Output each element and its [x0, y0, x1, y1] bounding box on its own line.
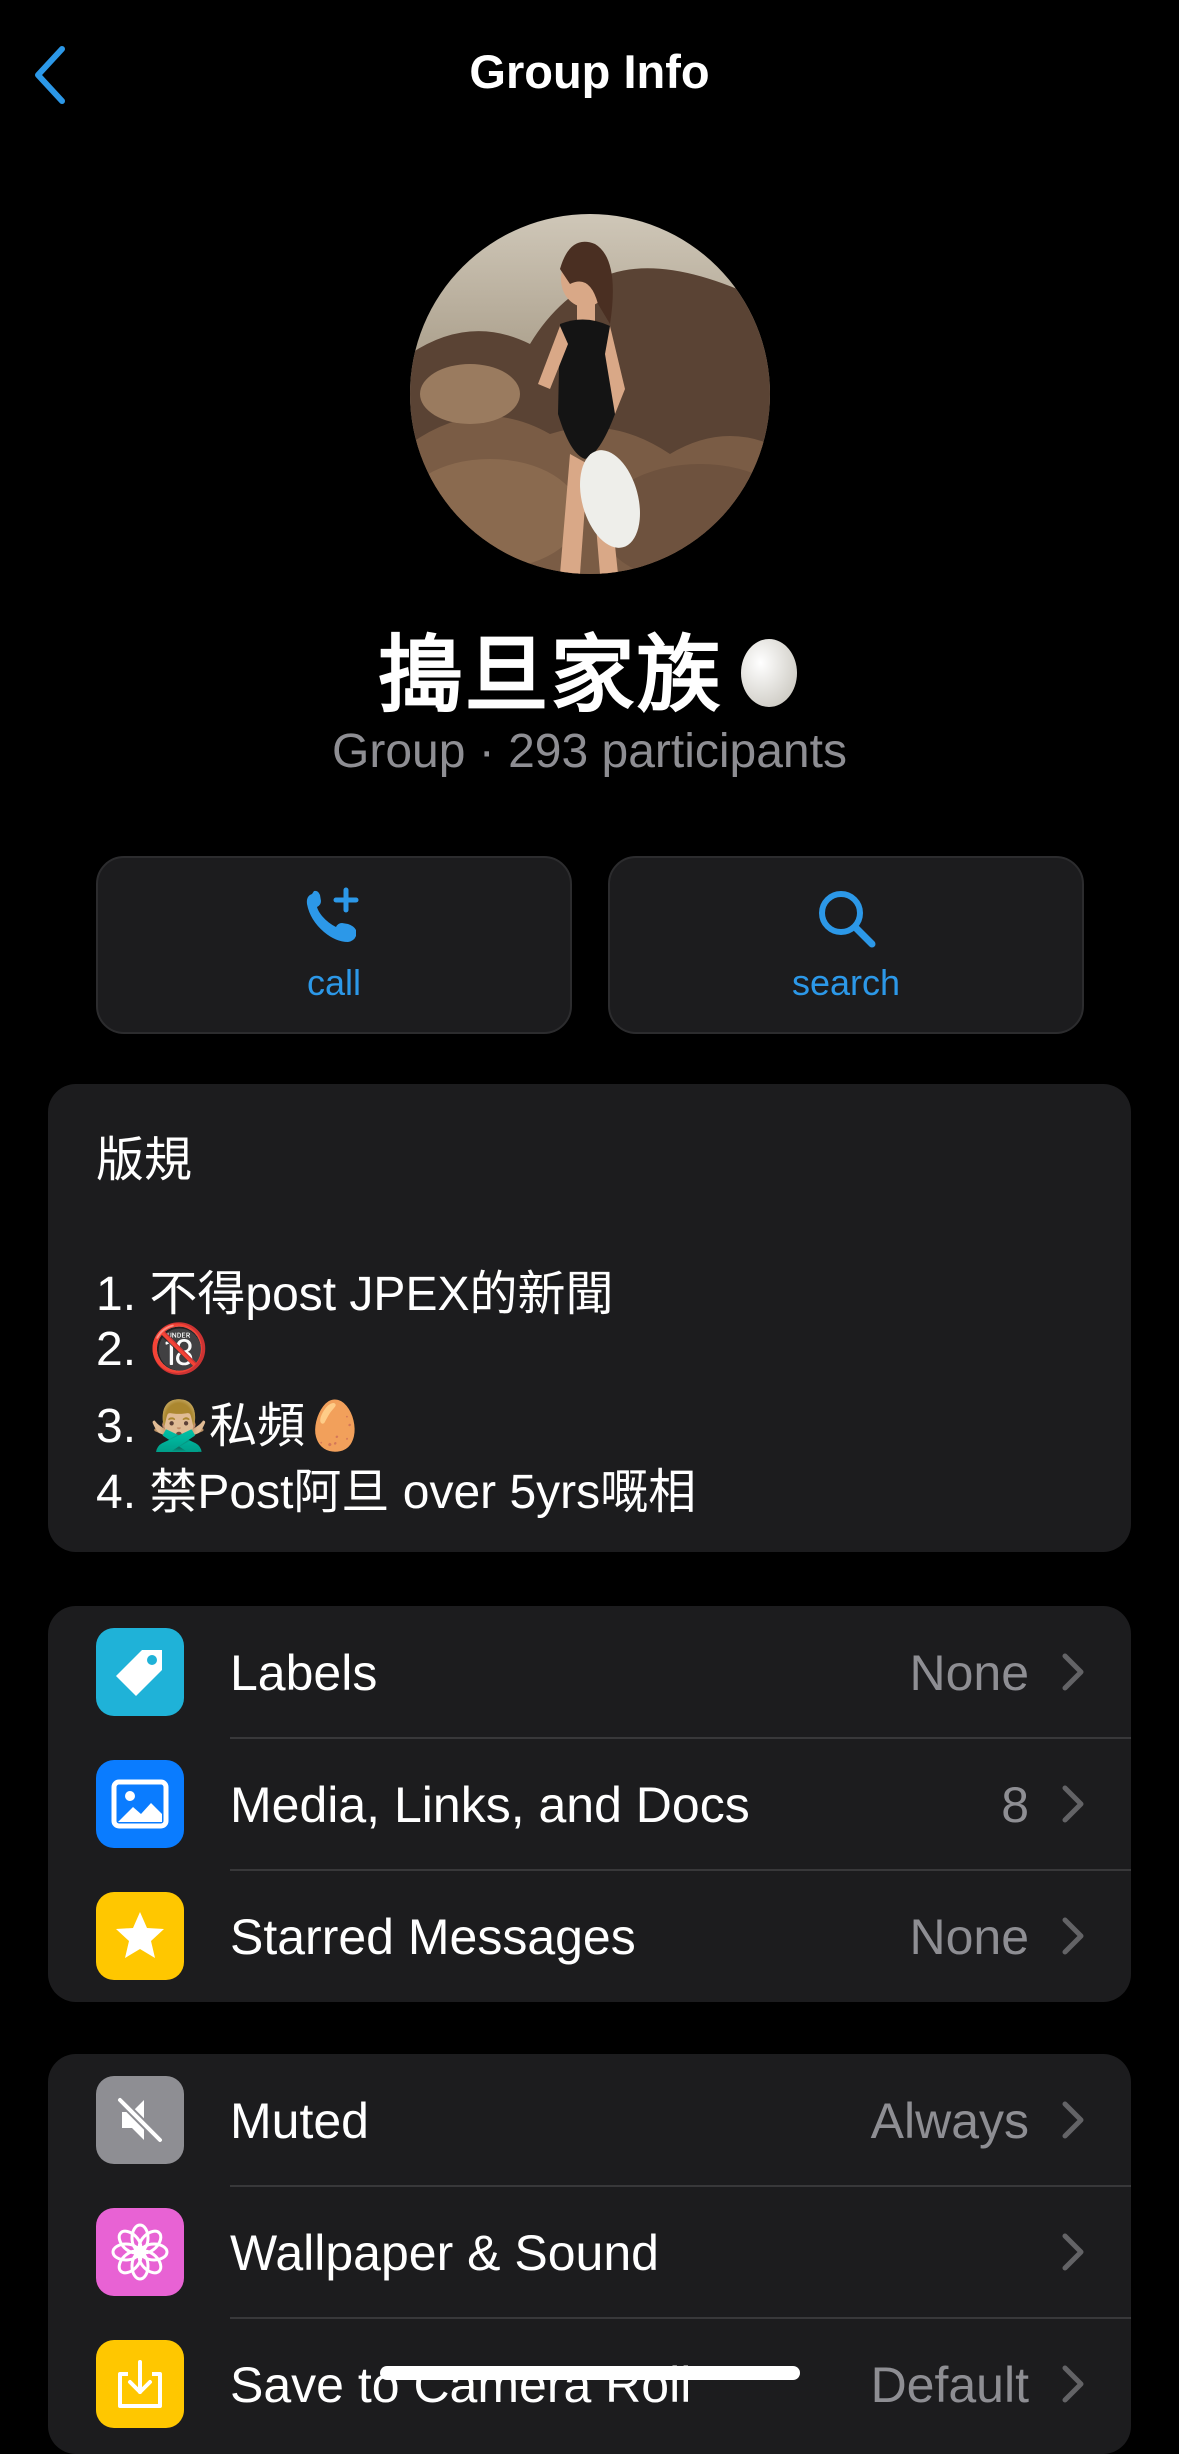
starred-messages-row[interactable]: Starred Messages None — [48, 1870, 1131, 2002]
home-indicator[interactable] — [380, 2366, 800, 2380]
description-line: 1. 不得post JPEX的新聞 — [96, 1268, 614, 1321]
egg-icon — [740, 638, 797, 707]
description-line: 2. 🔞 — [96, 1323, 210, 1376]
media-links-docs-row[interactable]: Media, Links, and Docs 8 — [48, 1738, 1131, 1870]
media-links-docs-title: Media, Links, and Docs — [230, 1777, 750, 1833]
muted-value: Always — [870, 2093, 1029, 2149]
starred-messages-value: None — [909, 1909, 1029, 1965]
group-subtitle: Group · 293 participants — [332, 725, 847, 778]
phone-plus-icon — [306, 887, 359, 942]
chevron-right-icon — [1062, 1917, 1084, 1955]
chevron-right-icon — [1062, 2233, 1084, 2271]
search-icon — [819, 891, 876, 948]
chevron-right-icon — [1062, 2101, 1084, 2139]
page-title: Group Info — [469, 45, 710, 98]
chevron-right-icon — [1062, 1785, 1084, 1823]
description-heading: 版規 — [96, 1134, 193, 1187]
flower-icon — [96, 2208, 184, 2296]
photo-icon — [96, 1760, 184, 1848]
search-label: search — [791, 962, 901, 1003]
chevron-right-icon — [1062, 1653, 1084, 1691]
media-count: 8 — [1001, 1777, 1029, 1833]
group-description: 版規 1. 不得post JPEX的新聞 2. 🔞 3. 🙅🏼‍♂️私頻🥚 4.… — [48, 1084, 1131, 1552]
tag-icon — [96, 1628, 184, 1716]
save-to-camera-roll-title: Save to Camera Roll — [230, 2357, 692, 2413]
group-avatar[interactable] — [410, 214, 770, 574]
settings-section: Muted Always Wallpaper & Sound Save to C… — [48, 2054, 1131, 2454]
save-to-camera-roll-row[interactable]: Save to Camera Roll Default — [48, 2318, 1131, 2450]
wallpaper-sound-title: Wallpaper & Sound — [230, 2225, 659, 2281]
labels-title: Labels — [230, 1645, 378, 1701]
starred-messages-title: Starred Messages — [230, 1909, 636, 1965]
group-name-text: 搗旦家族 — [378, 628, 723, 722]
wallpaper-sound-row[interactable]: Wallpaper & Sound — [48, 2186, 1131, 2318]
navigation-bar: Group Info — [0, 0, 1179, 150]
call-button[interactable]: call — [96, 856, 572, 1034]
group-photo — [410, 214, 770, 574]
group-name: 搗旦家族 — [0, 608, 1179, 729]
search-button[interactable]: search — [608, 856, 1084, 1034]
save-to-camera-roll-value: Default — [870, 2357, 1029, 2413]
muted-title: Muted — [230, 2093, 369, 2149]
call-label: call — [306, 962, 362, 1003]
chevron-right-icon — [1062, 2365, 1084, 2403]
star-icon — [96, 1892, 184, 1980]
description-line: 4. 禁Post阿旦 over 5yrs嘅相 — [96, 1466, 697, 1519]
description-line: 3. 🙅🏼‍♂️私頻🥚 — [96, 1400, 365, 1453]
info-section: Labels None Media, Links, and Docs 8 Sta… — [48, 1606, 1131, 2002]
labels-row[interactable]: Labels None — [48, 1606, 1131, 1738]
save-download-icon — [96, 2340, 184, 2428]
labels-value: None — [909, 1645, 1029, 1701]
muted-row[interactable]: Muted Always — [48, 2054, 1131, 2186]
muted-speaker-icon — [96, 2076, 184, 2164]
